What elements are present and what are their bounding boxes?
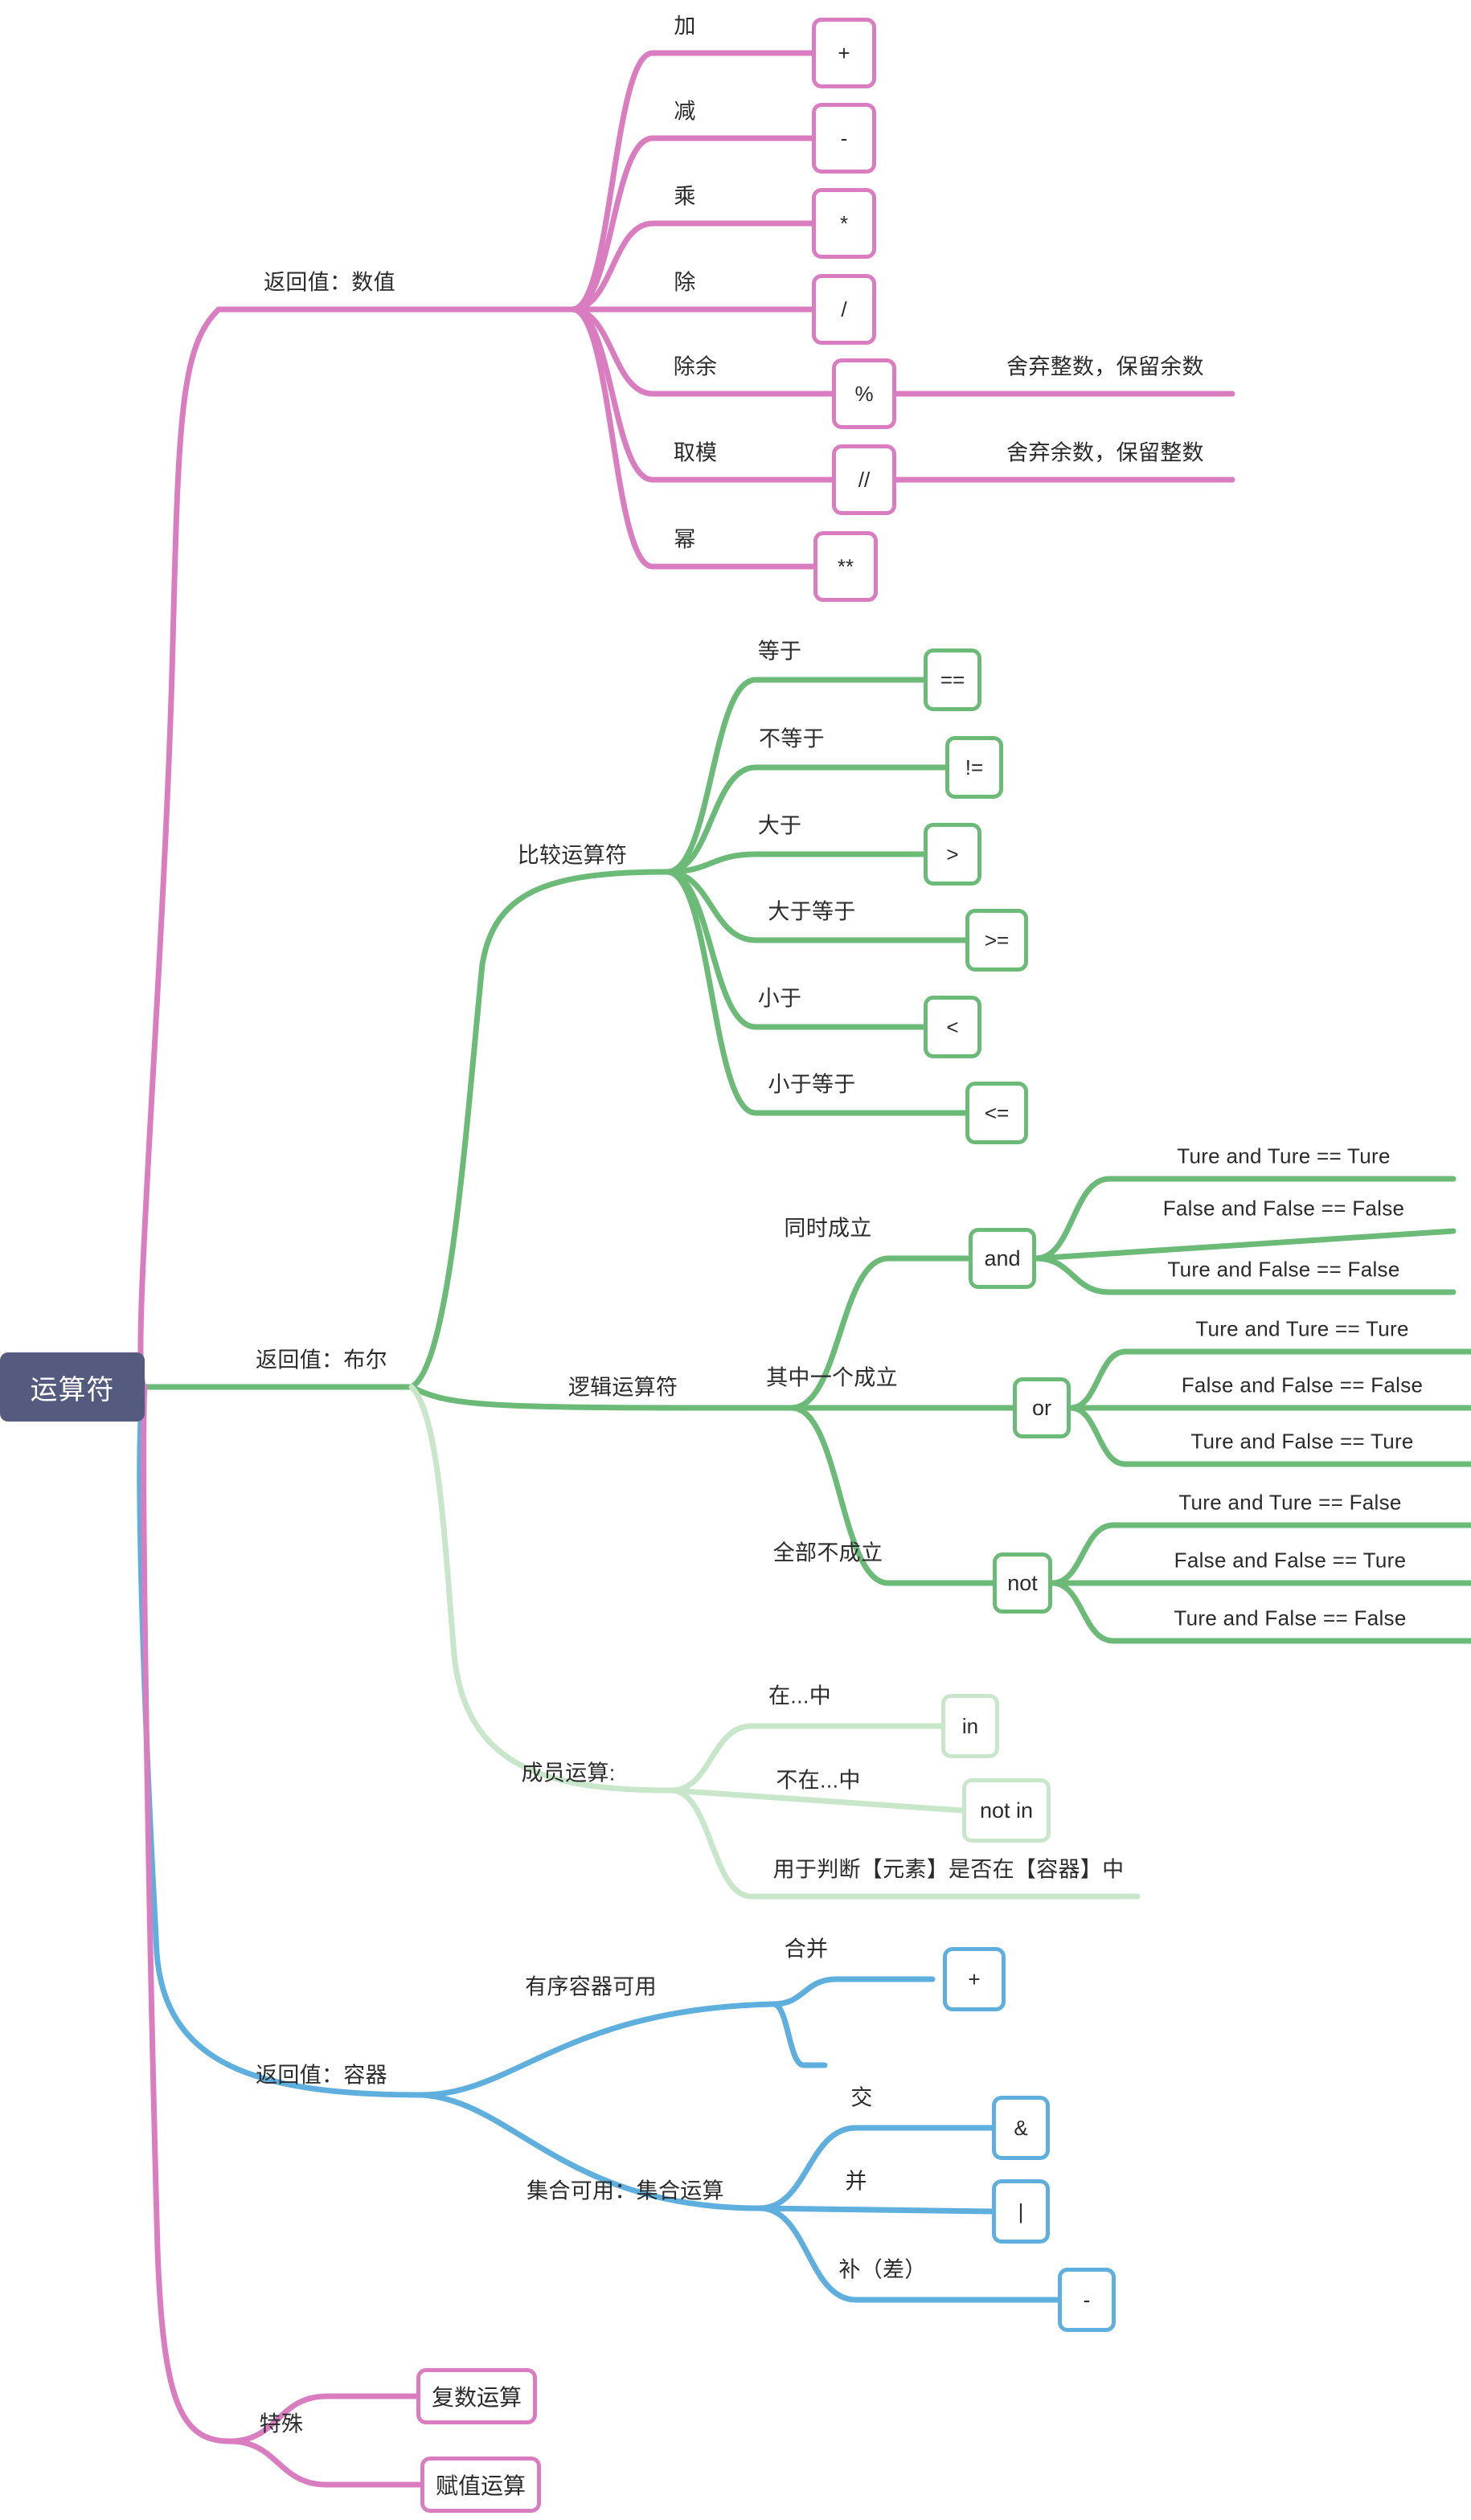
edges-numeric-branch xyxy=(137,50,1235,1390)
logic-rule-not-2[interactable]: False and False == Ture xyxy=(1174,1548,1407,1572)
node-label-greater[interactable]: 大于 xyxy=(758,814,802,838)
branch-label-container[interactable]: 返回值：容器 xyxy=(256,2064,387,2088)
edges-boolean-branch xyxy=(141,677,1471,1900)
logic-rule-not-1[interactable]: Ture and Ture == False xyxy=(1178,1491,1401,1514)
node-note-membership[interactable]: 用于判断【元素】是否在【容器】中 xyxy=(773,1858,1125,1882)
node-box-assignment-ops[interactable]: 赋值运算 xyxy=(420,2457,541,2513)
node-note-modulo[interactable]: 舍弃整数，保留余数 xyxy=(1006,355,1204,379)
node-label-in[interactable]: 在...中 xyxy=(768,1684,831,1708)
node-note-floordiv[interactable]: 舍弃余数，保留整数 xyxy=(1006,441,1204,465)
operator-box-modulo[interactable]: % xyxy=(832,358,896,429)
node-label-multiply[interactable]: 乘 xyxy=(674,185,695,209)
node-label-floordiv[interactable]: 取模 xyxy=(674,441,718,465)
operator-box-difference[interactable]: - xyxy=(1058,2268,1116,2332)
operator-box-not-in[interactable]: not in xyxy=(962,1778,1051,1843)
node-label-concat[interactable]: 合并 xyxy=(785,1937,829,1962)
node-label-divide[interactable]: 除 xyxy=(674,271,695,295)
root-node-label: 运算符 xyxy=(30,1374,115,1405)
logic-rule-not-3[interactable]: Ture and False == False xyxy=(1174,1606,1406,1630)
node-label-less-equal[interactable]: 小于等于 xyxy=(768,1073,855,1097)
operator-box-less[interactable]: < xyxy=(924,996,981,1058)
node-label-equal[interactable]: 等于 xyxy=(758,640,802,664)
operator-box-or[interactable]: or xyxy=(1013,1377,1071,1438)
node-label-union[interactable]: 并 xyxy=(845,2170,867,2194)
operator-box-and[interactable]: and xyxy=(969,1228,1036,1289)
node-label-or[interactable]: 其中一个成立 xyxy=(766,1366,898,1390)
operator-box-add[interactable]: + xyxy=(812,18,876,88)
logic-rule-and-3[interactable]: Ture and False == False xyxy=(1167,1258,1399,1281)
group-label-membership[interactable]: 成员运算: xyxy=(521,1761,615,1786)
operator-box-less-equal[interactable]: <= xyxy=(965,1082,1028,1144)
node-label-modulo[interactable]: 除余 xyxy=(674,355,718,379)
logic-rule-or-3[interactable]: Ture and False == Ture xyxy=(1190,1430,1413,1453)
edges-container-branch xyxy=(137,1384,1061,2303)
operator-box-greater[interactable]: > xyxy=(924,823,981,886)
operator-box-divide[interactable]: / xyxy=(812,274,876,345)
node-label-not[interactable]: 全部不成立 xyxy=(773,1541,883,1565)
mindmap-canvas: 运算符 返回值：数值 加 + 减 - 乘 * 除 / 除余 % 舍弃整数，保留余… xyxy=(0,0,1471,2520)
operator-box-multiply[interactable]: * xyxy=(812,188,876,259)
operator-box-intersection[interactable]: & xyxy=(992,2096,1050,2160)
logic-rule-or-1[interactable]: Ture and Ture == Ture xyxy=(1195,1317,1409,1340)
operator-box-floordiv[interactable]: // xyxy=(832,444,896,515)
node-label-not-equal[interactable]: 不等于 xyxy=(759,727,825,751)
group-label-comparison[interactable]: 比较运算符 xyxy=(518,844,628,868)
logic-rule-and-1[interactable]: Ture and Ture == Ture xyxy=(1177,1144,1391,1168)
node-label-power[interactable]: 幂 xyxy=(674,528,695,552)
logic-rule-and-2[interactable]: False and False == False xyxy=(1163,1197,1405,1220)
node-label-intersection[interactable]: 交 xyxy=(850,2086,872,2110)
node-label-difference[interactable]: 补（差） xyxy=(838,2258,926,2282)
node-label-subtract[interactable]: 减 xyxy=(674,100,695,124)
root-node[interactable]: 运算符 xyxy=(0,1352,145,1422)
branch-label-special[interactable]: 特殊 xyxy=(260,2412,304,2436)
node-label-less[interactable]: 小于 xyxy=(758,987,802,1011)
operator-box-subtract[interactable]: - xyxy=(812,103,876,174)
operator-box-not[interactable]: not xyxy=(993,1552,1052,1614)
operator-box-not-equal[interactable]: != xyxy=(945,736,1003,799)
node-label-not-in[interactable]: 不在...中 xyxy=(776,1769,860,1793)
operator-box-union[interactable]: | xyxy=(992,2179,1050,2244)
edges-special-branch xyxy=(141,1384,424,2488)
operator-box-equal[interactable]: == xyxy=(924,648,981,711)
node-label-greater-equal[interactable]: 大于等于 xyxy=(768,900,855,924)
operator-box-in[interactable]: in xyxy=(941,1694,999,1758)
operator-box-concat[interactable]: + xyxy=(943,1947,1006,2011)
logic-rule-or-2[interactable]: False and False == False xyxy=(1182,1373,1424,1397)
operator-box-greater-equal[interactable]: >= xyxy=(965,909,1028,972)
branch-label-boolean[interactable]: 返回值：布尔 xyxy=(256,1348,387,1372)
group-label-logical[interactable]: 逻辑运算符 xyxy=(568,1376,678,1400)
node-box-complex-ops[interactable]: 复数运算 xyxy=(416,2368,537,2424)
node-label-and[interactable]: 同时成立 xyxy=(784,1217,871,1241)
branch-label-numeric[interactable]: 返回值：数值 xyxy=(264,271,395,295)
group-label-ordered-container[interactable]: 有序容器可用 xyxy=(525,1975,657,1999)
operator-box-power[interactable]: ** xyxy=(813,531,878,602)
group-label-set-ops[interactable]: 集合可用：集合运算 xyxy=(527,2179,724,2203)
node-label-add[interactable]: 加 xyxy=(674,14,695,39)
